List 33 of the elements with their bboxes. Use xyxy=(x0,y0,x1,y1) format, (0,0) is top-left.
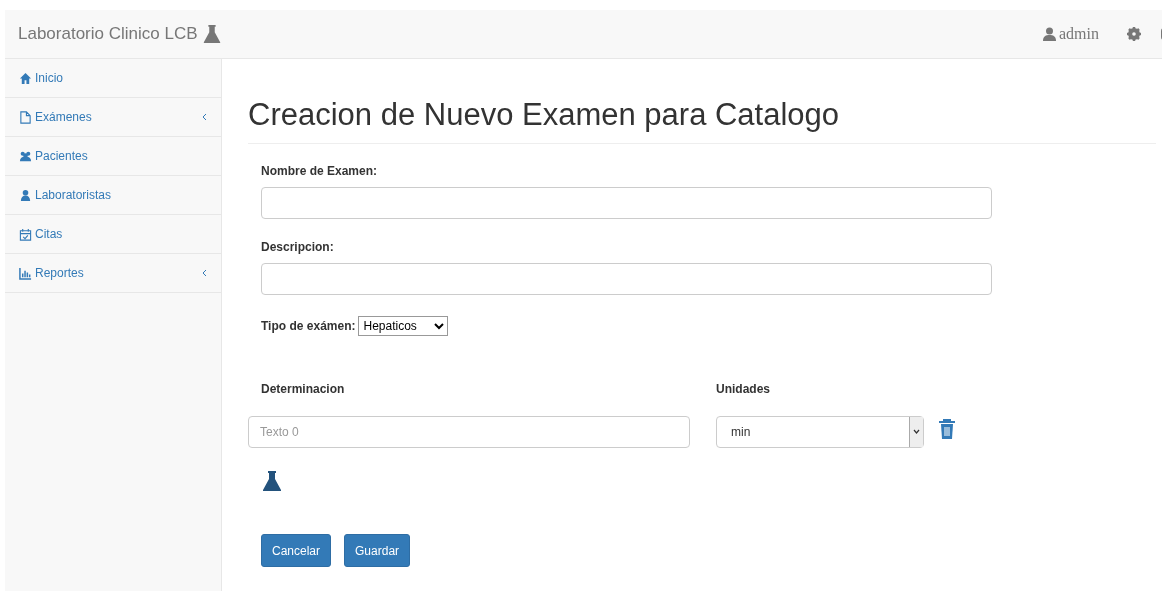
input-field[interactable]: Texto 0 xyxy=(248,416,690,448)
type-select[interactable]: Hepaticos xyxy=(358,316,449,336)
bar-chart-icon xyxy=(19,266,32,280)
input-field[interactable] xyxy=(261,187,992,219)
settings-icon[interactable] xyxy=(1127,27,1141,41)
home-icon xyxy=(19,71,32,85)
input-field[interactable] xyxy=(261,263,992,295)
user-menu[interactable]: admin xyxy=(1035,25,1107,43)
field-label: Descripcion: xyxy=(261,240,335,254)
add-flask-icon xyxy=(261,470,283,492)
user-icon xyxy=(1043,27,1056,41)
caret-icon xyxy=(909,417,923,447)
sidebar-item[interactable]: Exámenes xyxy=(5,98,221,137)
sidebar-item[interactable]: Citas xyxy=(5,215,221,254)
file-icon xyxy=(19,110,32,124)
users-icon xyxy=(19,149,32,163)
field-label: Tipo de exámen: xyxy=(261,319,356,333)
sidebar-item[interactable]: Inicio xyxy=(5,59,221,98)
cancel-button[interactable]: Cancelar xyxy=(261,534,332,567)
sidebar-item[interactable]: Reportes xyxy=(5,254,221,293)
column-header: Determinacion xyxy=(261,382,346,396)
brand-title[interactable]: Laboratorio Clinico LCB xyxy=(18,24,198,44)
save-button[interactable]: Guardar xyxy=(344,534,411,567)
user-icon xyxy=(19,188,32,202)
column-header: Unidades xyxy=(716,382,770,396)
sidebar-item[interactable]: Pacientes xyxy=(5,137,221,176)
field-label: Nombre de Examen: xyxy=(261,164,379,178)
calendar-icon xyxy=(19,227,32,241)
sidebar-item[interactable]: Laboratoristas xyxy=(5,176,221,215)
flask-icon xyxy=(201,24,222,44)
trash-icon[interactable] xyxy=(938,418,956,440)
page-title: Creacion de Nuevo Examen para Catalogo xyxy=(248,97,1156,144)
unit-select[interactable]: min xyxy=(716,416,924,448)
